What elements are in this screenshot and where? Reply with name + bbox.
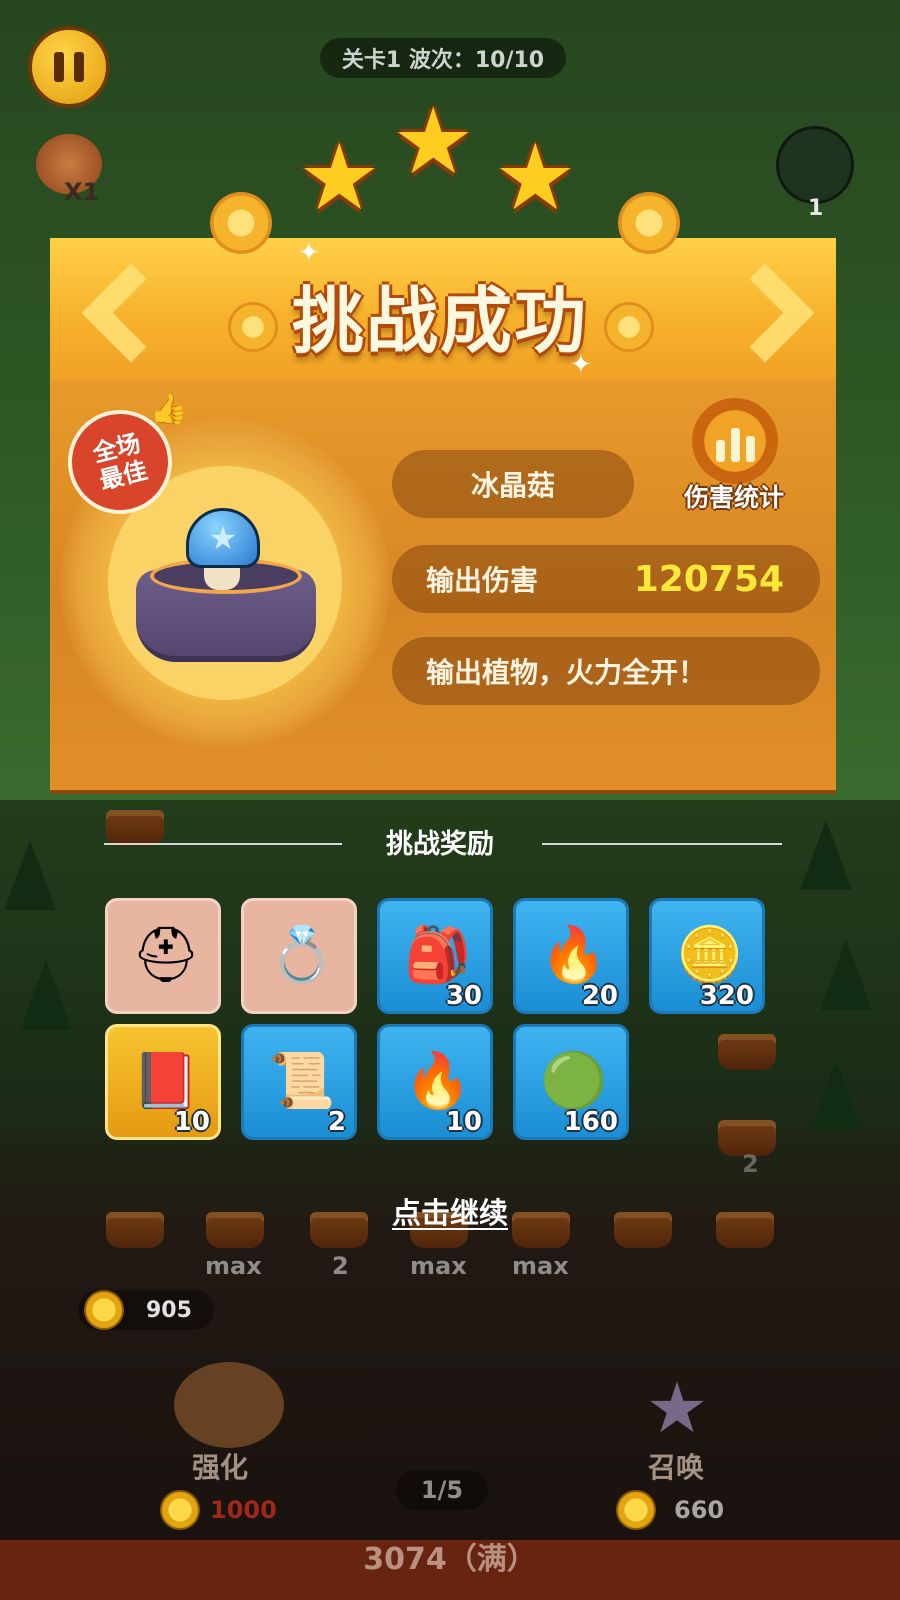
bar-chart-icon: [715, 440, 725, 462]
reward-count: 10: [445, 1107, 482, 1137]
reward-item[interactable]: 🪙 320: [649, 898, 765, 1014]
flower-decoration-icon: [618, 192, 680, 254]
speed-multiplier: X1: [64, 178, 100, 206]
mvp-badge-label: 全场 最佳: [89, 429, 151, 495]
wave-progress: 1/5: [396, 1470, 488, 1510]
zombie-icon: [776, 126, 854, 204]
summon-button[interactable]: 召唤: [648, 1446, 704, 1486]
zombie-count: 1: [808, 196, 824, 221]
reward-item[interactable]: 🔥 10: [377, 1024, 493, 1140]
golden-helmet-icon: ⛑: [131, 923, 201, 986]
plant-name: 冰晶菇: [392, 450, 634, 518]
thumbs-up-icon: 👍: [150, 392, 188, 427]
bar-chart-icon: [745, 436, 755, 462]
star-icon: ★: [392, 88, 475, 195]
damage-stats-label[interactable]: 伤害统计: [664, 478, 804, 514]
pause-icon: [54, 52, 64, 82]
damage-row: 输出伤害 120754: [392, 545, 820, 613]
summon-cost-value: 660: [674, 1496, 725, 1524]
sun-counter: 905: [78, 1290, 214, 1330]
reward-item[interactable]: 🎒 30: [377, 898, 493, 1014]
enhance-cost-value: 1000: [210, 1496, 277, 1524]
reward-count: 10: [173, 1107, 210, 1137]
reward-count: 160: [563, 1107, 618, 1137]
flower-decoration-icon: [210, 192, 272, 254]
ice-mushroom-face: [204, 566, 240, 590]
reward-item[interactable]: 📕 10: [105, 1024, 221, 1140]
gold-ring-icon: 💍: [268, 923, 336, 986]
slot-level-label: max: [512, 1252, 569, 1280]
reward-count: 20: [581, 981, 618, 1011]
base-hp-label: 3074（满）: [363, 1542, 537, 1577]
damage-stats-button[interactable]: [692, 398, 778, 484]
fist-icon: [174, 1362, 284, 1448]
bar-chart-icon: [730, 428, 740, 462]
stage-wave-indicator: 关卡1 波次：10/10: [320, 38, 566, 78]
reward-item[interactable]: 🔥 20: [513, 898, 629, 1014]
sparkle-icon: ✦: [570, 350, 592, 380]
reward-count: 320: [699, 981, 754, 1011]
reward-item[interactable]: 📜 2: [241, 1024, 357, 1140]
star-icon: ★: [494, 124, 577, 231]
sun-count: 905: [146, 1297, 192, 1323]
slot-level-label: 2: [332, 1252, 349, 1280]
slogan-text: 输出植物，火力全开！: [426, 656, 707, 689]
damage-value: 120754: [633, 558, 784, 600]
rewards-title: 挑战奖励: [386, 829, 494, 860]
star-icon: ★: [298, 124, 381, 231]
damage-label: 输出伤害: [426, 564, 539, 597]
sun-coin-icon: [160, 1490, 200, 1530]
divider: [104, 843, 342, 845]
reward-item[interactable]: 🟢 160: [513, 1024, 629, 1140]
reward-item[interactable]: 💍: [241, 898, 357, 1014]
reward-item[interactable]: ⛑: [105, 898, 221, 1014]
summon-star-icon: ★: [645, 1367, 709, 1449]
sun-coin-icon: [84, 1290, 124, 1330]
enhance-cost: 1000: [160, 1490, 277, 1530]
sparkle-icon: ✦: [298, 238, 320, 268]
sun-coin-icon: [616, 1490, 656, 1530]
plant-slogan: 输出植物，火力全开！: [392, 637, 820, 705]
enhance-button[interactable]: 强化: [192, 1446, 248, 1486]
pause-icon: [74, 52, 84, 82]
summon-cost: 660: [616, 1490, 724, 1530]
pause-button[interactable]: [28, 26, 110, 108]
tap-to-continue[interactable]: 点击继续: [360, 1190, 540, 1232]
reward-count: 2: [327, 1107, 346, 1137]
reward-count: 30: [445, 981, 482, 1011]
slot-level-label: max: [410, 1252, 467, 1280]
slot-level-label: max: [205, 1252, 262, 1280]
divider: [542, 843, 782, 845]
